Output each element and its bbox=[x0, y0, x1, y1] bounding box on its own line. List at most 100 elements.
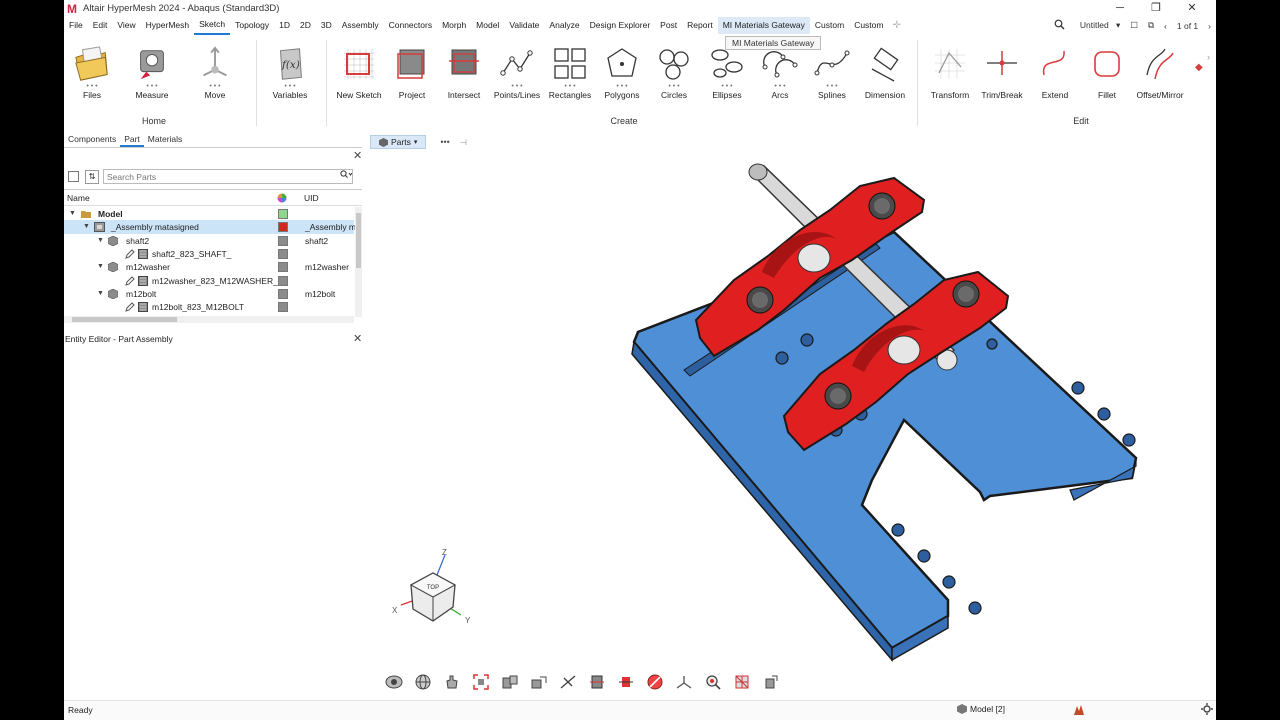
intersect-tool[interactable]: Intersect bbox=[438, 40, 490, 108]
search-icon[interactable] bbox=[1054, 19, 1065, 32]
files-tool[interactable]: • • • Files bbox=[66, 40, 118, 108]
column-uid[interactable]: UID bbox=[304, 193, 319, 203]
menu-3d[interactable]: 3D bbox=[316, 17, 337, 34]
tree-horizontal-scrollbar[interactable] bbox=[64, 316, 354, 323]
menu-assembly[interactable]: Assembly bbox=[337, 17, 384, 34]
collapse-icon[interactable]: ▼ bbox=[83, 223, 90, 230]
menu-sketch[interactable]: Sketch bbox=[194, 16, 231, 35]
menu-model[interactable]: Model bbox=[471, 17, 504, 34]
color-swatch[interactable] bbox=[278, 208, 288, 219]
circles-tool[interactable]: • • • Circles bbox=[648, 40, 700, 108]
menu-mi-materials-gateway[interactable]: MI Materials Gateway bbox=[717, 17, 810, 34]
page-prev-icon[interactable]: ‹ bbox=[1164, 21, 1167, 31]
tree-row-assembly[interactable]: ▼ _Assembly matasigned _Assembly ma bbox=[64, 220, 355, 234]
filter-icon[interactable]: ⇅ bbox=[85, 169, 99, 184]
menu-morph[interactable]: Morph bbox=[437, 17, 471, 34]
splines-tool[interactable]: • • • Splines bbox=[806, 40, 858, 108]
tree-row-shaft2[interactable]: ▼ shaft2 shaft2 bbox=[64, 234, 354, 248]
page-next-icon[interactable]: › bbox=[1208, 21, 1211, 31]
ribbon-scroll-right-icon[interactable]: › bbox=[1207, 52, 1210, 62]
dimension-tool[interactable]: Dimension bbox=[859, 40, 911, 108]
search-dropdown-icon[interactable] bbox=[340, 170, 353, 181]
ellipses-tool[interactable]: • • • Ellipses bbox=[701, 40, 753, 108]
variables-tool[interactable]: f(x) • • • Variables bbox=[264, 40, 316, 108]
menu-edit[interactable]: Edit bbox=[88, 17, 113, 34]
fillet-tool[interactable]: Fillet bbox=[1081, 40, 1133, 108]
menu-view[interactable]: View bbox=[112, 17, 140, 34]
color-swatch[interactable] bbox=[278, 275, 288, 286]
menu-file[interactable]: File bbox=[64, 17, 88, 34]
tab-materials[interactable]: Materials bbox=[144, 131, 186, 147]
fit-view-icon[interactable] bbox=[469, 672, 493, 692]
show-icon[interactable] bbox=[527, 672, 551, 692]
page-options-icon[interactable]: ⧉ bbox=[1148, 20, 1154, 31]
zoom-icon[interactable] bbox=[701, 672, 725, 692]
menu-post[interactable]: Post bbox=[655, 17, 682, 34]
collapse-icon[interactable]: ▼ bbox=[97, 290, 104, 297]
tree-vertical-scrollbar[interactable] bbox=[355, 207, 362, 317]
color-swatch[interactable] bbox=[278, 261, 288, 272]
menu-report[interactable]: Report bbox=[682, 17, 718, 34]
new-sketch-tool[interactable]: New Sketch bbox=[333, 40, 385, 108]
trim-break-tool[interactable]: Trim/Break bbox=[976, 40, 1028, 108]
triad-icon[interactable] bbox=[672, 672, 696, 692]
tree-row-m12washer[interactable]: ▼ m12washer m12washer bbox=[64, 260, 354, 274]
menu-connectors[interactable]: Connectors bbox=[384, 17, 437, 34]
move-tool[interactable]: • • • Move bbox=[189, 40, 241, 108]
isolate-icon[interactable] bbox=[498, 672, 522, 692]
altair-status-icon[interactable] bbox=[1072, 703, 1086, 719]
pan-icon[interactable] bbox=[440, 672, 464, 692]
menu-design-explorer[interactable]: Design Explorer bbox=[585, 17, 655, 34]
search-parts-input[interactable] bbox=[103, 169, 353, 184]
parts-dropdown[interactable]: Parts ▾ bbox=[370, 135, 427, 149]
tab-part[interactable]: Part bbox=[120, 131, 144, 147]
menu-hypermesh[interactable]: HyperMesh bbox=[141, 17, 194, 34]
hide-icon[interactable] bbox=[556, 672, 580, 692]
section-cut-icon[interactable] bbox=[585, 672, 609, 692]
bracket-assembly-model[interactable] bbox=[624, 160, 1144, 670]
column-name[interactable]: Name bbox=[67, 193, 90, 203]
measure-tool[interactable]: • • • Measure bbox=[126, 40, 178, 108]
menu-1d[interactable]: 1D bbox=[274, 17, 295, 34]
color-swatch[interactable] bbox=[278, 221, 288, 232]
tree-row-m12bolt[interactable]: ▼ m12bolt m12bolt bbox=[64, 287, 354, 301]
tree-row-m12washer-component[interactable]: m12washer_823_M12WASHER_ bbox=[64, 274, 354, 288]
tree-row-shaft2-component[interactable]: shaft2_823_SHAFT_ bbox=[64, 247, 354, 261]
scrollbar-thumb[interactable] bbox=[356, 213, 361, 268]
pin-icon[interactable]: ⊣ bbox=[460, 138, 467, 147]
no-entry-icon[interactable] bbox=[643, 672, 667, 692]
menu-custom-1[interactable]: Custom bbox=[810, 17, 849, 34]
collapse-icon[interactable]: ▼ bbox=[69, 210, 76, 217]
close-button[interactable]: ✕ bbox=[1174, 0, 1210, 17]
model-indicator[interactable]: Model [2] bbox=[957, 704, 1005, 714]
entity-editor-close-icon[interactable]: ✕ bbox=[353, 332, 362, 345]
polygons-tool[interactable]: • • • Polygons bbox=[596, 40, 648, 108]
rectangles-tool[interactable]: • • • Rectangles bbox=[544, 40, 596, 108]
browser-close-icon[interactable]: ✕ bbox=[353, 149, 362, 162]
menu-validate[interactable]: Validate bbox=[504, 17, 544, 34]
settings-icon[interactable] bbox=[1201, 703, 1213, 717]
menu-analyze[interactable]: Analyze bbox=[544, 17, 584, 34]
color-wheel-icon[interactable] bbox=[277, 193, 287, 205]
session-dropdown[interactable]: Untitled ▾ bbox=[1075, 20, 1120, 31]
ribbon-more-icon[interactable]: ◆ bbox=[1195, 62, 1203, 73]
clipping-icon[interactable] bbox=[614, 672, 638, 692]
new-page-icon[interactable]: ☐ bbox=[1130, 20, 1138, 31]
scrollbar-thumb[interactable] bbox=[72, 317, 177, 322]
select-all-checkbox[interactable] bbox=[68, 171, 79, 182]
globe-icon[interactable] bbox=[411, 672, 435, 692]
offset-mirror-tool[interactable]: Offset/Mirror bbox=[1134, 40, 1186, 108]
collapse-icon[interactable]: ▼ bbox=[97, 263, 104, 270]
points-lines-tool[interactable]: • • • Points/Lines bbox=[491, 40, 543, 108]
collapse-icon[interactable]: ▼ bbox=[97, 237, 104, 244]
menu-topology[interactable]: Topology bbox=[230, 17, 274, 34]
tree-row-m12bolt-component[interactable]: m12bolt_823_M12BOLT bbox=[64, 300, 354, 314]
transform-tool[interactable]: Transform bbox=[924, 40, 976, 108]
color-swatch[interactable] bbox=[278, 248, 288, 259]
component-select-icon[interactable] bbox=[759, 672, 783, 692]
restore-button[interactable]: ❐ bbox=[1138, 0, 1174, 17]
minimize-button[interactable]: ─ bbox=[1102, 0, 1138, 17]
visualization-icon[interactable] bbox=[382, 672, 406, 692]
color-swatch[interactable] bbox=[278, 235, 288, 246]
menu-custom-2[interactable]: Custom bbox=[849, 17, 888, 34]
